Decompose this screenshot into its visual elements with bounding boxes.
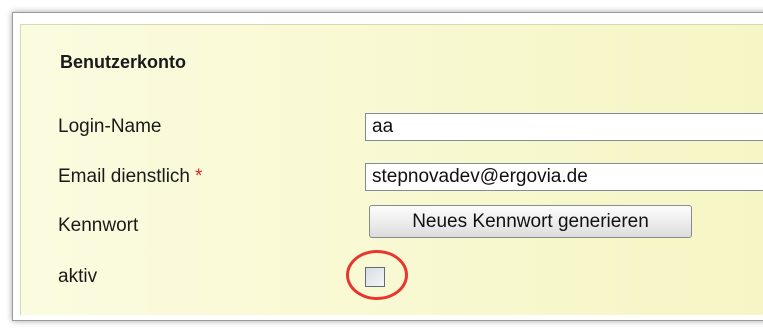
email-label: Email dienstlich bbox=[58, 166, 190, 187]
email-input[interactable] bbox=[365, 163, 763, 191]
email-label-row: Email dienstlich * bbox=[58, 166, 202, 188]
generate-password-button[interactable]: Neues Kennwort generieren bbox=[369, 205, 692, 238]
active-label: aktiv bbox=[58, 266, 98, 287]
required-marker: * bbox=[195, 166, 203, 187]
section-title: Benutzerkonto bbox=[60, 52, 186, 72]
login-name-label: Login-Name bbox=[58, 116, 162, 137]
password-label: Kennwort bbox=[58, 215, 139, 236]
highlight-circle bbox=[346, 250, 408, 300]
login-name-input[interactable] bbox=[365, 113, 763, 141]
